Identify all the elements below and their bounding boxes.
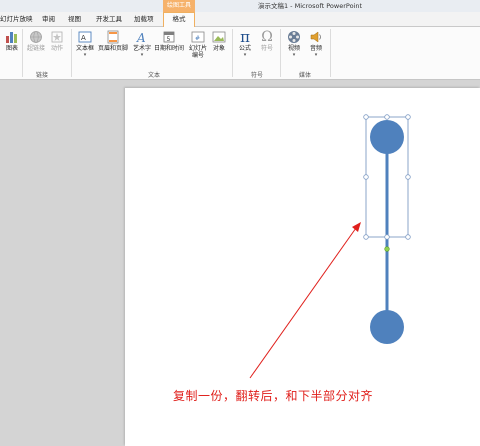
lower-circle-shape[interactable]: [370, 310, 404, 344]
resize-handle[interactable]: [363, 114, 369, 120]
resize-handle[interactable]: [363, 174, 369, 180]
resize-handle[interactable]: [363, 234, 369, 240]
resize-handle[interactable]: [384, 234, 390, 240]
slide-shapes-layer: [249, 114, 411, 379]
resize-handle[interactable]: [405, 174, 411, 180]
resize-handle[interactable]: [405, 114, 411, 120]
annotation-arrow-line: [249, 227, 357, 379]
resize-handle[interactable]: [384, 114, 390, 120]
selected-copied-shape[interactable]: [370, 120, 404, 237]
resize-handle[interactable]: [405, 234, 411, 240]
annotation-arrow-head: [352, 222, 361, 232]
annotation-text: 复制一份，翻转后，和下半部分对齐: [173, 389, 374, 403]
upper-circle-shape[interactable]: [370, 120, 404, 154]
rotation-handle[interactable]: [384, 246, 390, 252]
